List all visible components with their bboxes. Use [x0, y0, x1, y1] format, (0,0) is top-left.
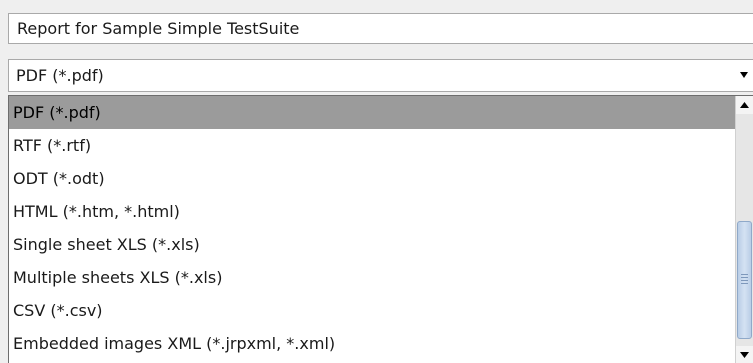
format-option-pdf[interactable]: PDF (*.pdf): [9, 96, 735, 129]
format-option-xml[interactable]: Embedded images XML (*.jrpxml, *.xml): [9, 327, 735, 360]
dropdown-arrow-icon[interactable]: [735, 60, 753, 91]
format-option-multiple-xls[interactable]: Multiple sheets XLS (*.xls): [9, 261, 735, 294]
format-dropdown-list: PDF (*.pdf) RTF (*.rtf) ODT (*.odt) HTML…: [8, 95, 753, 363]
format-option-html[interactable]: HTML (*.htm, *.html): [9, 195, 735, 228]
triangle-up-icon: [740, 102, 749, 108]
report-title-value: Report for Sample Simple TestSuite: [17, 19, 300, 38]
format-option-rtf[interactable]: RTF (*.rtf): [9, 129, 735, 162]
report-title-input[interactable]: Report for Sample Simple TestSuite: [8, 13, 753, 44]
scrollbar-thumb[interactable]: [737, 221, 752, 339]
format-combobox[interactable]: PDF (*.pdf): [8, 59, 753, 92]
format-option-odt[interactable]: ODT (*.odt): [9, 162, 735, 195]
triangle-down-icon: [740, 352, 749, 358]
scroll-up-button[interactable]: [736, 96, 753, 114]
scrollbar-grip-icon: [741, 274, 748, 286]
scroll-down-button[interactable]: [736, 346, 753, 363]
report-export-panel: Report for Sample Simple TestSuite PDF (…: [0, 0, 753, 363]
dropdown-scrollbar[interactable]: [735, 96, 753, 363]
format-combobox-value: PDF (*.pdf): [16, 66, 104, 85]
format-options: PDF (*.pdf) RTF (*.rtf) ODT (*.odt) HTML…: [9, 96, 735, 360]
format-option-single-xls[interactable]: Single sheet XLS (*.xls): [9, 228, 735, 261]
format-option-csv[interactable]: CSV (*.csv): [9, 294, 735, 327]
